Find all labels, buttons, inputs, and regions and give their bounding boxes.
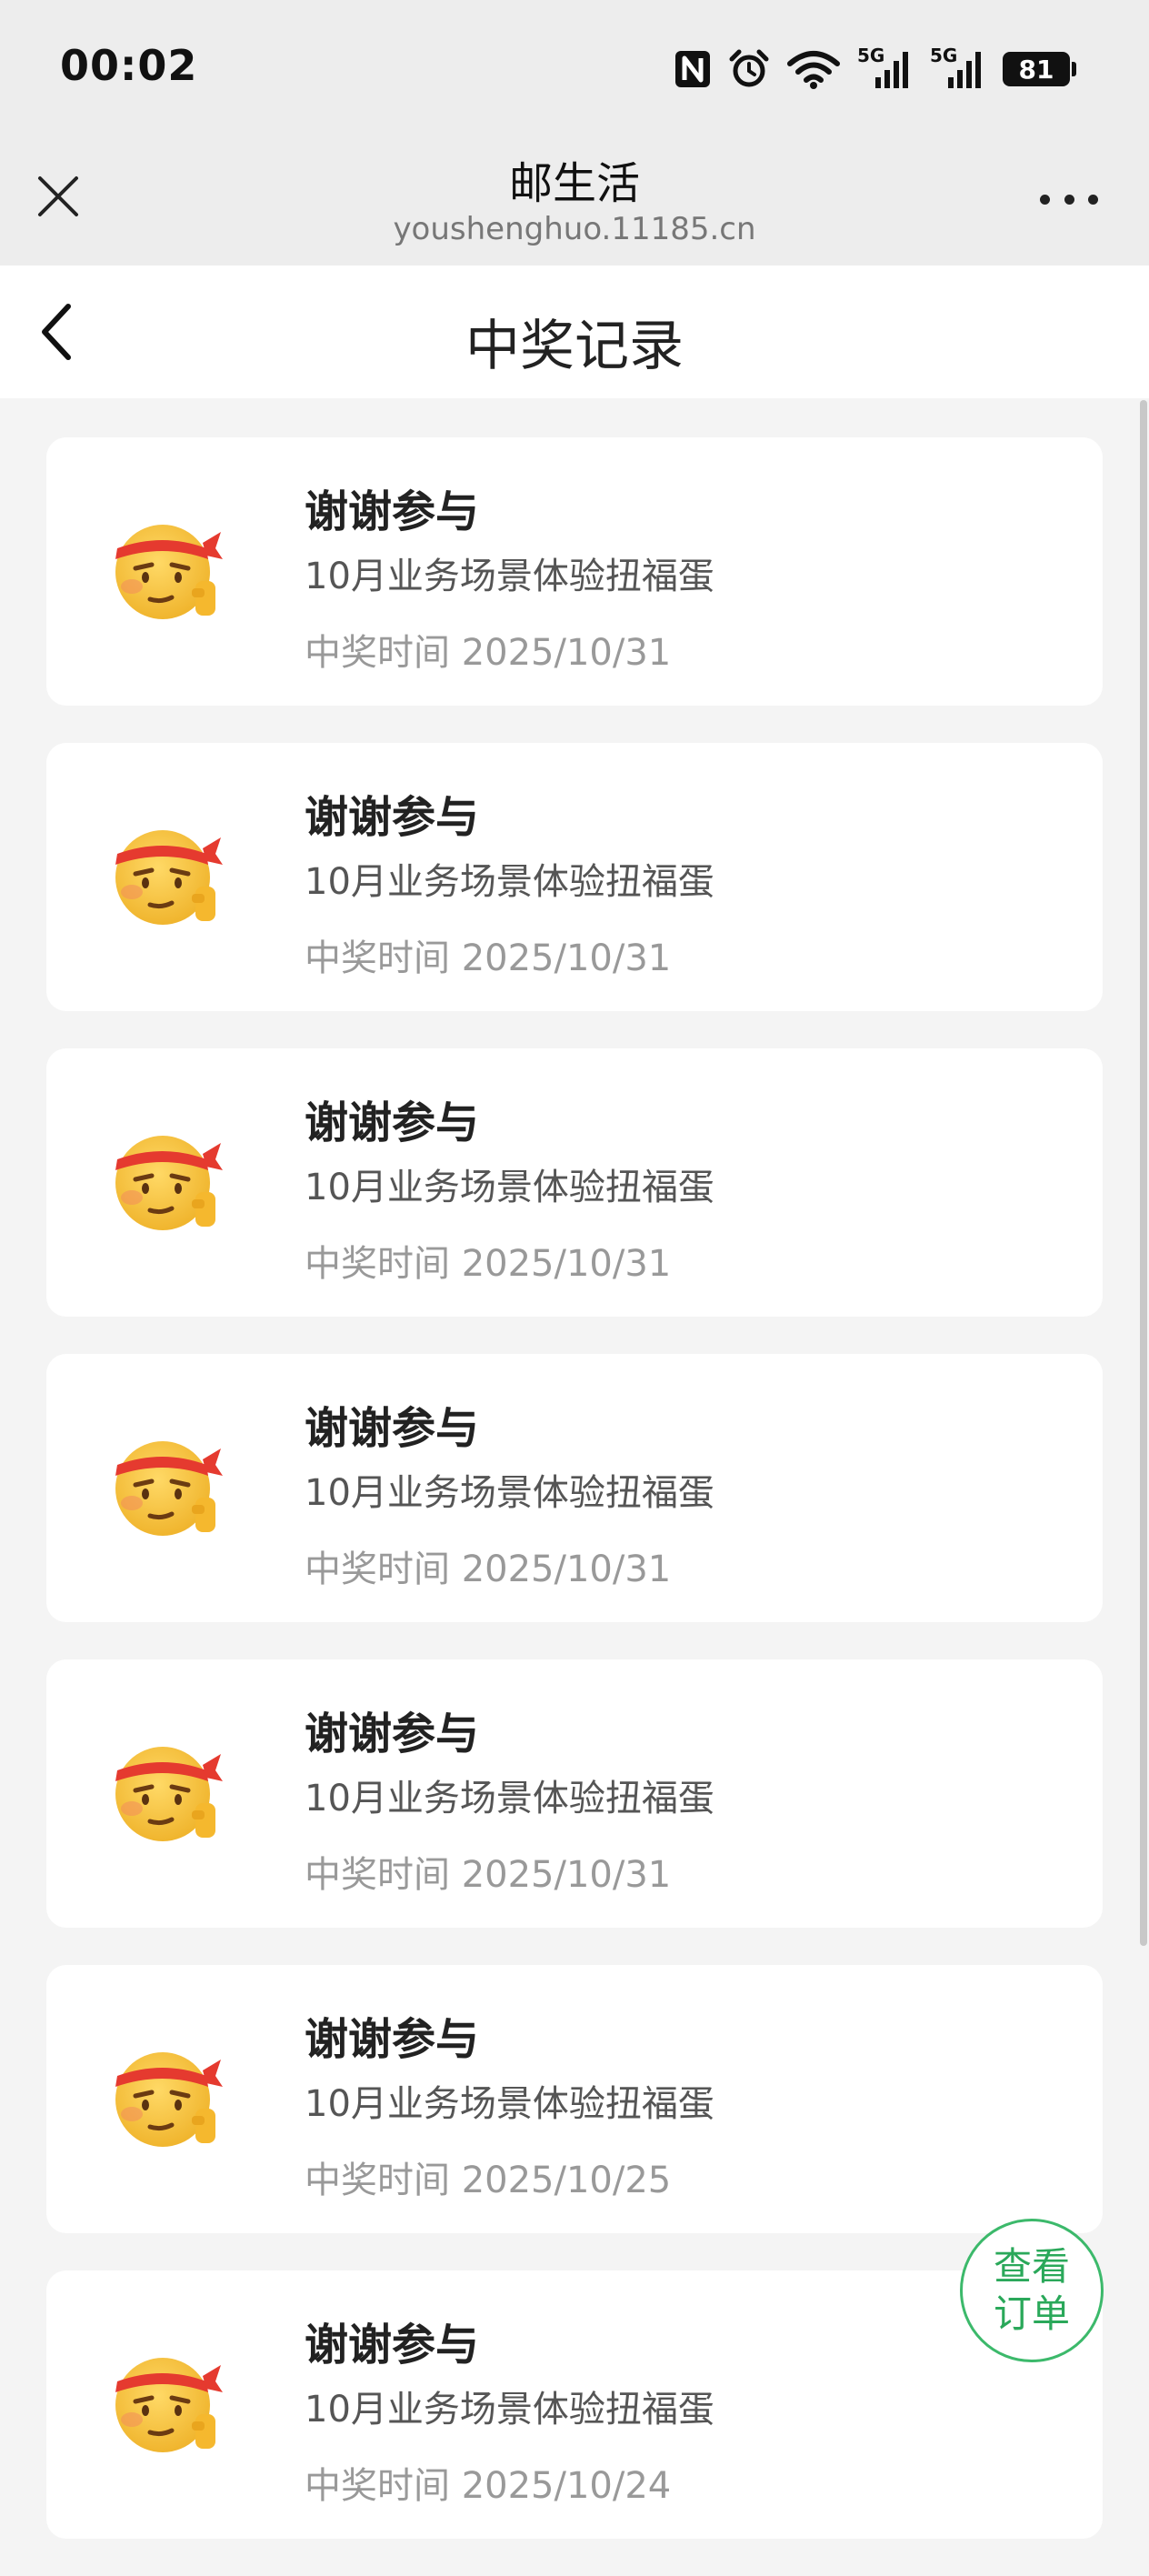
mini-program-header: 邮生活 youshenghuo.11185.cn [0, 136, 1149, 266]
record-desc: 10月业务场景体验扭福蛋 [305, 556, 714, 597]
record-time: 中奖时间 2025/10/24 [305, 2465, 672, 2507]
record-time: 中奖时间 2025/10/31 [305, 1854, 672, 1896]
mini-program-url: youshenghuo.11185.cn [393, 211, 756, 247]
cellular-signal-icon: 5G [930, 45, 986, 92]
record-desc: 10月业务场景体验扭福蛋 [305, 1472, 714, 1514]
record-name: 谢谢参与 [305, 2014, 480, 2065]
fighting-emoji-icon [115, 525, 223, 619]
fighting-emoji-icon [115, 1441, 223, 1536]
record-card[interactable]: 谢谢参与 10月业务场景体验扭福蛋 中奖时间 2025/10/31 [46, 1659, 1103, 1928]
view-orders-label-1: 查看 [993, 2244, 1070, 2289]
view-orders-button[interactable]: 查看 订单 [960, 2219, 1104, 2362]
status-time: 00:02 [60, 41, 198, 90]
record-list: 谢谢参与 10月业务场景体验扭福蛋 中奖时间 2025/10/31 谢谢参与 1… [46, 437, 1103, 2576]
record-card[interactable]: 谢谢参与 10月业务场景体验扭福蛋 中奖时间 2025/10/31 [46, 1354, 1103, 1622]
record-name: 谢谢参与 [305, 2320, 480, 2371]
record-desc: 10月业务场景体验扭福蛋 [305, 861, 714, 903]
more-dots-icon[interactable] [1040, 185, 1098, 213]
mini-program-title: 邮生活 [508, 158, 640, 209]
fighting-emoji-icon [115, 830, 223, 925]
record-desc: 10月业务场景体验扭福蛋 [305, 2389, 714, 2431]
scrollbar[interactable] [1140, 400, 1147, 1946]
page-header: 中奖记录 [0, 266, 1149, 398]
fighting-emoji-icon [115, 1136, 223, 1230]
record-name: 谢谢参与 [305, 792, 480, 843]
record-name: 谢谢参与 [305, 1403, 480, 1454]
record-time: 中奖时间 2025/10/31 [305, 632, 672, 674]
fighting-emoji-icon [115, 1747, 223, 1841]
record-desc: 10月业务场景体验扭福蛋 [305, 1778, 714, 1819]
record-card[interactable]: 谢谢参与 10月业务场景体验扭福蛋 中奖时间 2025/10/31 [46, 437, 1103, 706]
page-title: 中奖记录 [465, 315, 684, 378]
status-bar: 00:02 5G 5G 81 [0, 0, 1149, 136]
record-desc: 10月业务场景体验扭福蛋 [305, 2083, 714, 2125]
alarm-icon [728, 48, 770, 90]
record-name: 谢谢参与 [305, 1709, 480, 1759]
record-name: 谢谢参与 [305, 1098, 480, 1148]
record-time: 中奖时间 2025/10/31 [305, 937, 672, 979]
wifi-icon [786, 49, 841, 89]
record-name: 谢谢参与 [305, 486, 480, 537]
fighting-emoji-icon [115, 2358, 223, 2452]
fighting-emoji-icon [115, 2052, 223, 2147]
battery-icon: 81 [1003, 52, 1076, 86]
record-card[interactable]: 谢谢参与 10月业务场景体验扭福蛋 中奖时间 2025/10/31 [46, 1048, 1103, 1317]
cellular-signal-icon: 5G [857, 45, 914, 92]
record-time: 中奖时间 2025/10/25 [305, 2160, 672, 2201]
record-card[interactable]: 谢谢参与 10月业务场景体验扭福蛋 中奖时间 2025/10/24 [46, 2270, 1103, 2539]
nfc-icon [674, 49, 712, 89]
view-orders-label-2: 订单 [993, 2291, 1070, 2336]
status-icons: 5G 5G 81 [674, 44, 1076, 95]
battery-level: 81 [1003, 52, 1070, 86]
record-time: 中奖时间 2025/10/31 [305, 1549, 672, 1590]
record-card[interactable]: 谢谢参与 10月业务场景体验扭福蛋 中奖时间 2025/10/31 [46, 743, 1103, 1011]
record-card[interactable]: 谢谢参与 10月业务场景体验扭福蛋 中奖时间 2025/10/25 [46, 1965, 1103, 2233]
record-time: 中奖时间 2025/10/31 [305, 1243, 672, 1285]
record-desc: 10月业务场景体验扭福蛋 [305, 1167, 714, 1208]
